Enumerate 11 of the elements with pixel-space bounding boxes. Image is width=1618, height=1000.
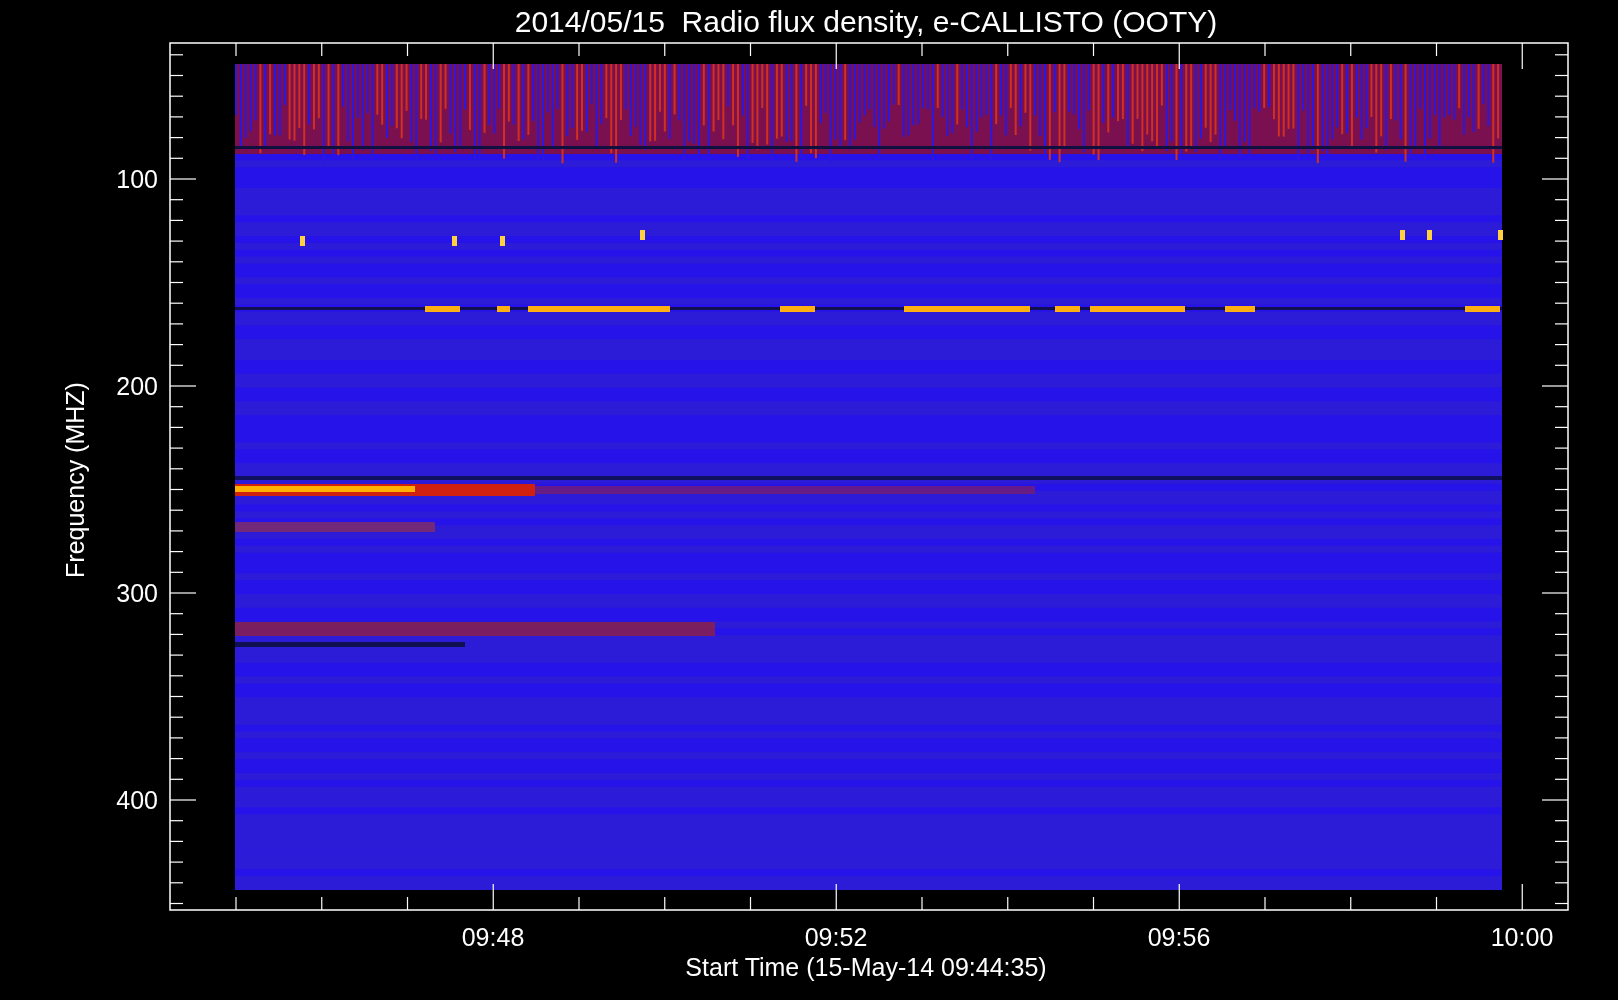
x-tick-label: 09:52 xyxy=(804,923,868,951)
y-tick-label: 200 xyxy=(116,372,158,400)
y-tick-label: 400 xyxy=(116,786,158,814)
y-axis-label: Frequency (MHZ) xyxy=(61,382,89,578)
x-tick-label: 09:48 xyxy=(461,923,525,951)
chart-title: 2014/05/15 Radio flux density, e-CALLISTO (OOTY) xyxy=(514,5,1218,38)
x-tick-label: 10:00 xyxy=(1490,923,1554,951)
y-tick-label: 100 xyxy=(116,165,158,193)
x-axis-label: Start Time (15-May-14 09:44:35) xyxy=(685,953,1047,981)
x-tick-label: 09:56 xyxy=(1147,923,1211,951)
y-tick-label: 300 xyxy=(116,579,158,607)
